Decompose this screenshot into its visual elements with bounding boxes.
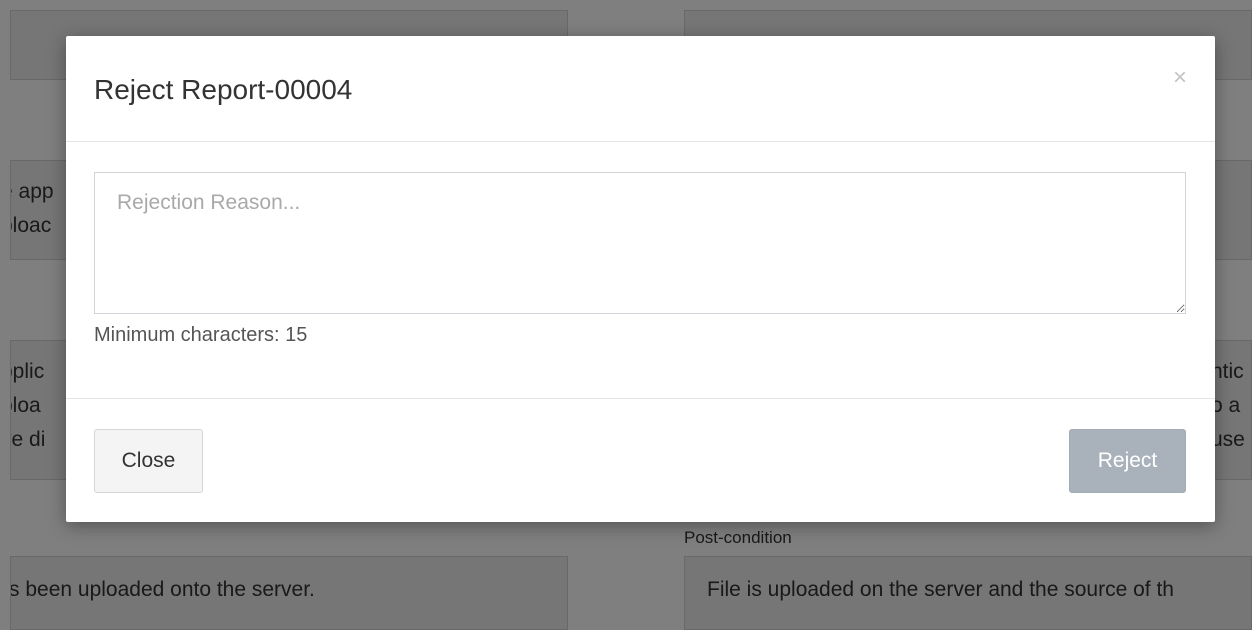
reject-button[interactable]: Reject	[1069, 429, 1186, 493]
modal-title: Reject Report-00004	[94, 74, 353, 105]
modal-body: Minimum characters: 15	[66, 142, 1215, 398]
modal-header: Reject Report-00004 ×	[66, 36, 1215, 142]
rejection-reason-input[interactable]	[94, 172, 1186, 314]
modal-footer: Close Reject	[66, 398, 1215, 522]
close-icon[interactable]: ×	[1173, 66, 1187, 90]
reject-report-modal: Reject Report-00004 × Minimum characters…	[66, 36, 1215, 522]
close-button[interactable]: Close	[94, 429, 203, 493]
min-characters-hint: Minimum characters: 15	[94, 324, 308, 346]
